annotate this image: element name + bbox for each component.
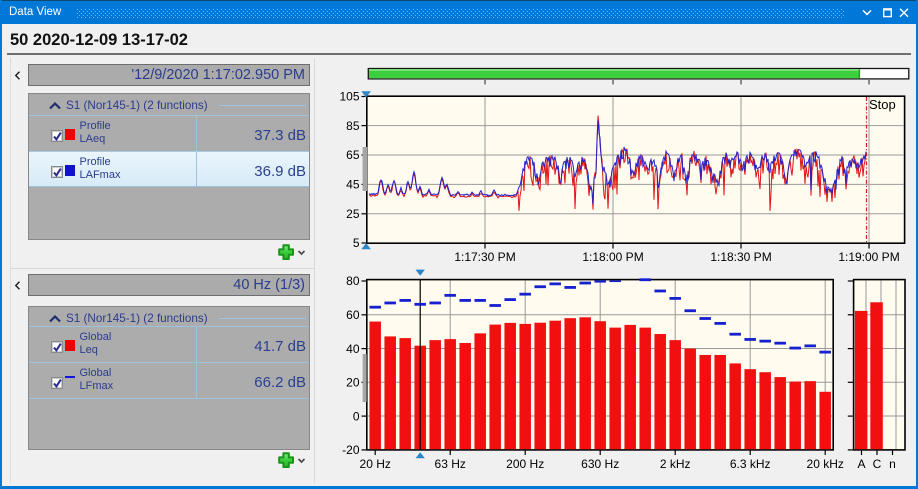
svg-text:20: 20: [346, 376, 360, 390]
svg-text:45: 45: [346, 178, 360, 192]
svg-text:A: A: [857, 457, 865, 471]
svg-text:Stop: Stop: [869, 97, 896, 112]
svg-text:40: 40: [346, 342, 360, 356]
svg-text:1:17:30 PM: 1:17:30 PM: [454, 250, 515, 264]
svg-text:25: 25: [346, 207, 360, 221]
svg-text:630 Hz: 630 Hz: [581, 457, 619, 471]
svg-text:85: 85: [346, 119, 360, 133]
svg-text:200 Hz: 200 Hz: [506, 457, 544, 471]
svg-text:5: 5: [353, 236, 360, 250]
svg-text:1:19:00 PM: 1:19:00 PM: [838, 250, 899, 264]
svg-text:0: 0: [353, 409, 360, 423]
svg-text:1:18:30 PM: 1:18:30 PM: [710, 250, 771, 264]
svg-text:63 Hz: 63 Hz: [435, 457, 466, 471]
svg-text:2 kHz: 2 kHz: [660, 457, 691, 471]
svg-text:20 Hz: 20 Hz: [360, 457, 391, 471]
svg-text:6.3 kHz: 6.3 kHz: [730, 457, 771, 471]
svg-text:105: 105: [340, 90, 360, 104]
svg-text:C: C: [873, 457, 882, 471]
svg-text:65: 65: [346, 148, 360, 162]
svg-text:80: 80: [346, 274, 360, 288]
svg-text:-20: -20: [342, 443, 360, 457]
svg-text:60: 60: [346, 308, 360, 322]
svg-text:1:18:00 PM: 1:18:00 PM: [582, 250, 643, 264]
svg-text:20 kHz: 20 kHz: [807, 457, 844, 471]
svg-text:n: n: [889, 457, 896, 471]
